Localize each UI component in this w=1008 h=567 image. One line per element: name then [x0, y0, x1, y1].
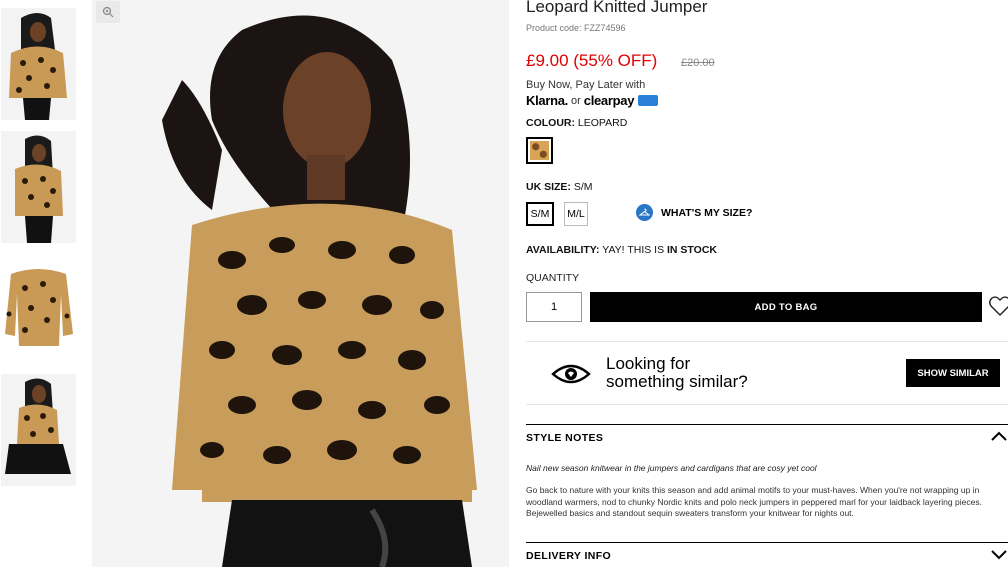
add-to-bag-button[interactable]: ADD TO BAG	[590, 292, 982, 322]
chevron-down-icon[interactable]	[990, 547, 1008, 561]
thumbnail-1[interactable]	[1, 8, 76, 120]
colour-swatch-leopard[interactable]	[526, 137, 553, 164]
whats-my-size-label: WHAT'S MY SIZE?	[661, 206, 753, 219]
bnpl-logos: Klarna. or clearpay	[526, 93, 659, 108]
size-row: UK SIZE: S/M	[526, 181, 593, 193]
klarna-logo[interactable]: Klarna.	[526, 93, 568, 108]
whats-my-size-link[interactable]: WHAT'S MY SIZE?	[636, 204, 752, 221]
leopard-swatch-icon	[530, 141, 549, 160]
similar-line-2: something similar?	[606, 372, 748, 391]
colour-value: LEOPARD	[577, 117, 628, 129]
thumbnail-4[interactable]	[1, 374, 76, 486]
main-product-image[interactable]	[92, 0, 509, 567]
style-notes-title: STYLE NOTES	[526, 432, 604, 444]
eye-icon	[551, 364, 591, 384]
style-notes-accordion[interactable]: STYLE NOTES	[526, 424, 1008, 444]
heart-icon[interactable]	[988, 294, 1008, 318]
quantity-label: QUANTITY	[526, 272, 580, 284]
show-similar-button[interactable]: SHOW SIMILAR	[906, 359, 1000, 387]
size-option-sm[interactable]: S/M	[526, 202, 554, 226]
product-details: Leopard Knitted Jumper Product code: FZZ…	[526, 0, 1008, 567]
delivery-info-title: DELIVERY INFO	[526, 550, 612, 562]
sale-price: £9.00 (55% OFF)	[526, 51, 658, 70]
similar-heading: Looking for something similar?	[606, 355, 748, 391]
bnpl-text: Buy Now, Pay Later with	[526, 79, 646, 91]
availability-label: AVAILABILITY:	[526, 244, 600, 256]
style-notes-body: Go back to nature with your knits this s…	[526, 485, 982, 518]
bnpl-or: or	[570, 94, 581, 107]
style-notes-tagline: Nail new season knitwear in the jumpers …	[526, 463, 817, 473]
availability-row: AVAILABILITY: YAY! THIS IS IN STOCK	[526, 244, 717, 256]
delivery-info-accordion[interactable]: DELIVERY INFO	[526, 542, 1008, 562]
thumbnail-3[interactable]	[1, 254, 76, 366]
similar-line-1: Looking for	[606, 354, 691, 373]
size-selected: S/M	[573, 181, 593, 193]
chevron-up-icon[interactable]	[990, 429, 1008, 443]
thumbnail-2[interactable]	[1, 131, 76, 243]
product-code: Product code: FZZ74596	[526, 23, 626, 33]
quantity-input[interactable]: 1	[526, 292, 582, 322]
clearpay-logo[interactable]: clearpay	[584, 93, 635, 108]
product-title: Leopard Knitted Jumper	[526, 0, 708, 16]
hanger-icon	[636, 204, 653, 221]
size-option-ml[interactable]: M/L	[564, 202, 588, 226]
size-label: UK SIZE:	[526, 181, 571, 193]
clearpay-icon	[638, 95, 659, 106]
original-price: £20.00	[681, 57, 715, 69]
availability-text: YAY! THIS IS	[602, 244, 665, 256]
colour-label: COLOUR:	[526, 117, 575, 129]
availability-status: IN STOCK	[667, 244, 717, 256]
colour-row: COLOUR: LEOPARD	[526, 117, 627, 129]
similar-banner: Looking for something similar? SHOW SIMI…	[526, 341, 1008, 405]
zoom-icon[interactable]	[96, 1, 120, 23]
